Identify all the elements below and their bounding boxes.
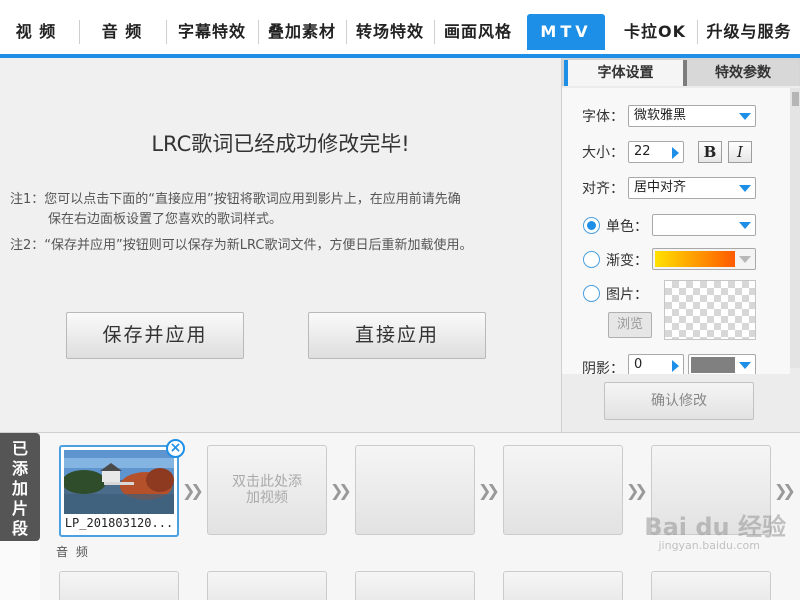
chevron-down-icon <box>739 113 751 120</box>
close-icon[interactable]: × <box>166 439 185 458</box>
tab-font-settings[interactable]: 字体设置 <box>564 60 683 86</box>
bold-button[interactable]: B <box>698 141 722 163</box>
clip-filename: LP_201803120... <box>64 516 174 530</box>
tab-separator <box>166 20 167 44</box>
gradient-label: 渐变： <box>606 253 648 269</box>
audio-clip-slot[interactable] <box>207 571 327 600</box>
size-select-value: 22 <box>634 144 651 159</box>
chevron-right-icon <box>672 360 679 372</box>
image-label: 图片： <box>606 287 648 303</box>
added-clips-label: 已添加片段 <box>0 433 40 541</box>
tab-transitions[interactable]: 转场特效 <box>348 14 432 50</box>
watermark-url: jingyan.baidu.com <box>658 539 760 552</box>
clip-strip: 已添加片段 LP_201803120... × ❯❯ 双击此处添加视频 ❯❯ ❯… <box>0 432 800 600</box>
chevron-right-icon: ❯❯ <box>478 481 500 500</box>
font-settings-form: 字体： 微软雅黑 大小： 22 B I 对齐： 居中对齐 单色： 渐变： 图片： <box>562 88 790 374</box>
font-select[interactable]: 微软雅黑 <box>628 105 756 127</box>
landscape-image <box>64 450 174 514</box>
gradient-radio[interactable] <box>583 251 600 268</box>
chevron-right-icon: ❯❯ <box>330 481 352 500</box>
tab-effect-params[interactable]: 特效参数 <box>683 60 799 86</box>
size-label: 大小： <box>582 145 624 161</box>
note-2-text: “保存并应用”按钮则可以保存为新LRC歌词文件，方便日后重新加载使用。 <box>44 238 473 253</box>
tab-audio[interactable]: 音 频 <box>88 14 156 50</box>
single-color-label: 单色： <box>606 219 648 235</box>
gradient-swatch <box>655 251 735 267</box>
settings-scrollbar[interactable] <box>790 88 800 368</box>
empty-clip-slot[interactable] <box>503 445 623 535</box>
chevron-right-icon: ❯❯ <box>774 481 796 500</box>
gradient-select[interactable] <box>652 248 756 270</box>
tab-filters[interactable]: 画面风格 <box>436 14 520 50</box>
italic-button[interactable]: I <box>728 141 752 163</box>
settings-panel: 字体设置 特效参数 字体： 微软雅黑 大小： 22 B I 对齐： 居中对齐 单… <box>561 58 800 432</box>
chevron-down-icon <box>739 222 751 229</box>
tab-separator <box>346 20 347 44</box>
added-clips-text: 已添加片段 <box>11 439 28 538</box>
align-label: 对齐： <box>582 181 624 197</box>
chevron-right-icon <box>672 147 679 159</box>
shadow-color-swatch <box>691 357 735 373</box>
tab-video[interactable]: 视 频 <box>4 14 68 50</box>
add-video-placeholder[interactable]: 双击此处添加视频 <box>207 445 327 535</box>
note-2: 注2：“保存并应用”按钮则可以保存为新LRC歌词文件，方便日后重新加载使用。 <box>10 236 472 256</box>
clip-item[interactable]: LP_201803120... × <box>59 439 185 537</box>
tab-separator <box>79 20 80 44</box>
shadow-color-select[interactable] <box>688 354 756 374</box>
clip-thumbnail <box>64 450 174 514</box>
chevron-right-icon: ❯❯ <box>626 481 648 500</box>
browse-button[interactable]: 浏览 <box>608 312 652 338</box>
tab-subtitle-effects[interactable]: 字幕特效 <box>170 14 254 50</box>
chevron-right-icon: ❯❯ <box>182 481 204 500</box>
placeholder-text: 双击此处添加视频 <box>232 474 302 506</box>
shadow-size-select[interactable]: 0 <box>628 354 684 374</box>
tab-overlay[interactable]: 叠加素材 <box>260 14 344 50</box>
audio-clip-slot[interactable] <box>503 571 623 600</box>
chevron-down-icon <box>739 185 751 192</box>
tab-separator <box>434 20 435 44</box>
empty-clip-slot[interactable] <box>355 445 475 535</box>
font-select-value: 微软雅黑 <box>634 108 687 123</box>
tab-karaoke[interactable]: 卡拉OK <box>614 14 696 50</box>
single-color-radio[interactable] <box>583 217 600 234</box>
image-preview <box>664 280 756 340</box>
main-panel: LRC歌词已经成功修改完毕! 注1：您可以点击下面的“直接应用”按钮将歌词应用到… <box>0 58 561 432</box>
note-2-label: 注2： <box>10 238 45 253</box>
settings-tabs: 字体设置 特效参数 <box>562 58 800 86</box>
save-and-apply-button[interactable]: 保存并应用 <box>66 312 244 359</box>
tab-separator <box>697 20 698 44</box>
font-label: 字体： <box>582 109 624 125</box>
note-1-line2: 保在右边面板设置了您喜欢的歌词样式。 <box>48 212 283 227</box>
audio-clip-slot[interactable] <box>59 571 179 600</box>
watermark-logo: Bai du 经验 <box>644 513 786 541</box>
shadow-label: 阴影： <box>582 361 624 374</box>
chevron-down-icon <box>739 362 751 369</box>
single-color-select[interactable] <box>652 214 756 236</box>
note-1-line1: 您可以点击下面的“直接应用”按钮将歌词应用到影片上，在应用前请先确 <box>44 192 461 207</box>
image-radio[interactable] <box>583 285 600 302</box>
chevron-down-icon <box>739 256 751 263</box>
size-select[interactable]: 22 <box>628 141 684 163</box>
audio-clip-slot[interactable] <box>355 571 475 600</box>
top-tab-bar: 视 频 音 频 字幕特效 叠加素材 转场特效 画面风格 MTV 卡拉OK 升级与… <box>0 0 800 58</box>
clip-list: LP_201803120... × ❯❯ 双击此处添加视频 ❯❯ ❯❯ ❯❯ ❯… <box>40 433 800 600</box>
align-select[interactable]: 居中对齐 <box>628 177 756 199</box>
scrollbar-thumb[interactable] <box>792 92 799 106</box>
confirm-changes-button[interactable]: 确认修改 <box>604 382 754 420</box>
align-select-value: 居中对齐 <box>634 180 687 195</box>
note-1-label: 注1： <box>10 192 45 207</box>
tab-mtv[interactable]: MTV <box>527 14 605 50</box>
audio-clip-slot[interactable] <box>651 571 771 600</box>
note-1: 注1：您可以点击下面的“直接应用”按钮将歌词应用到影片上，在应用前请先确 保在右… <box>10 190 461 230</box>
tab-upgrade-service[interactable]: 升级与服务 <box>700 14 798 50</box>
tab-separator <box>258 20 259 44</box>
apply-button[interactable]: 直接应用 <box>308 312 486 359</box>
shadow-size-value: 0 <box>634 357 643 372</box>
page-title: LRC歌词已经成功修改完毕! <box>151 132 410 156</box>
